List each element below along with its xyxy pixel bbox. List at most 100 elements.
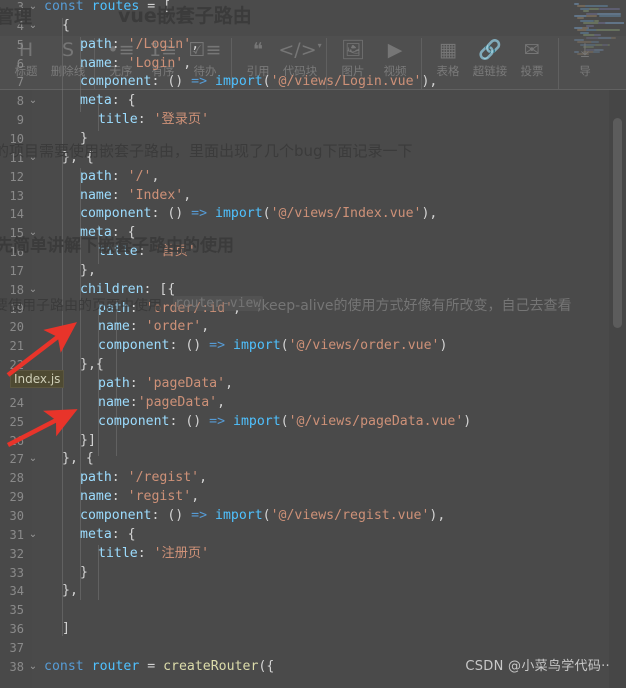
code-token: }, [80,262,96,278]
code-token: : [129,300,146,316]
code-line[interactable]: 9 title: '登录页' [0,111,626,130]
code-token: import [215,74,263,90]
code-token: => [191,74,208,90]
code-line[interactable]: 15 ⌄ meta: { [0,224,626,243]
code-token: = [ [139,0,172,14]
toolbar-button-无序[interactable]: •≡ 无序 [100,38,142,79]
code-line[interactable]: 28 path: '/regist', [0,469,626,488]
minimap-line [594,34,601,37]
toolbar-button-有序[interactable]: 1≡ 有序 [142,38,184,79]
code-line-text: } [80,564,88,583]
code-token: 'Login' [127,55,184,71]
minimap-line [574,51,579,53]
anno-section: 先简单讲解下嵌套子路由的使用 [0,236,234,256]
code-line[interactable]: 6 name: 'Login', [0,55,626,74]
code-line[interactable]: 23path: 'pageData', [0,375,626,394]
vertical-scrollbar[interactable] [613,118,622,328]
code-token: 'Index' [127,187,184,203]
toolbar-button-引用[interactable]: ❝ 引用 [237,38,279,79]
toolbar-button-导[interactable]: ⤓ 导 [564,38,606,79]
minimap-line [586,36,609,39]
toolbar-button-删除线[interactable]: S 删除线 [47,38,89,79]
code-token: : [111,187,128,203]
minimap-line [577,29,599,32]
code-line[interactable]: 5 path: '/Login', [0,36,626,55]
fold-chevron-icon[interactable]: ⌄ [26,224,40,243]
minimap-line [574,3,579,5]
indent-guide [98,94,99,131]
toolbar-button-投票[interactable]: ✉ 投票 [511,38,553,79]
code-line[interactable]: 11 ⌄}, { [0,149,626,168]
code-line[interactable]: 26}] [0,432,626,451]
code-token: component [98,338,170,354]
fold-chevron-icon[interactable]: ⌄ [26,0,40,17]
code-line[interactable]: 36] [0,620,626,639]
minimap-line [583,51,599,53]
code-token: ( [280,338,289,354]
fold-chevron-icon[interactable]: ⌄ [26,149,40,168]
toolbar-button-代码块[interactable]: </> ▾ 代码块 [278,38,321,79]
code-line[interactable]: 16 title: '首页' [0,243,626,262]
code-token: const [44,658,92,674]
code-line[interactable]: 24 name:'pageData', [0,394,626,413]
fold-chevron-icon[interactable]: ⌄ [26,658,40,677]
minimap-line [611,36,616,39]
code-line[interactable]: 32 title: '注册页' [0,545,626,564]
inline-code-chip: router-view [173,296,264,311]
line-number: 31 [9,527,24,542]
code-line[interactable]: 10} [0,130,626,149]
code-line[interactable]: 35 [0,601,626,620]
code-token: , [151,168,160,184]
toolbar-button-视频[interactable]: ▶ 视频 [374,38,416,79]
minimap-line [593,51,600,53]
code-line[interactable]: 33} [0,564,626,583]
code-editor-content[interactable]: 3 ⌄ const routes = [4 ⌄{5 path: '/Login', 6 na… [0,0,626,688]
code-line[interactable]: 29 name: 'regist', [0,488,626,507]
toolbar-button-表格[interactable]: ▦ 表格 [427,38,469,79]
code-line[interactable]: 22},{ [0,356,626,375]
toolbar-button-待办[interactable]: ☑≡ 待办 [184,38,226,79]
code-line[interactable]: 30 component: () => import('@/views/regis… [0,507,626,526]
code-line[interactable]: 27 ⌄}, { [0,450,626,469]
code-line[interactable]: 12 path: '/', [0,168,626,187]
code-line[interactable]: 20 name: 'order', [0,318,626,337]
code-token: '首页' [153,244,196,260]
code-token: : [137,244,154,260]
fold-chevron-icon[interactable]: ⌄ [26,450,40,469]
code-line[interactable]: 19 path: 'order/:id', [0,300,626,319]
code-line[interactable]: 31 ⌄ meta: { [0,526,626,545]
code-line[interactable]: 17}, [0,262,626,281]
fold-chevron-icon[interactable]: ⌄ [26,17,40,36]
code-line[interactable]: 21 component: () => import('@/views/order… [0,337,626,356]
code-token: createRouter [163,658,259,674]
line-number: 37 [9,640,24,655]
fold-chevron-icon[interactable]: ⌄ [26,526,40,545]
code-minimap[interactable] [572,1,624,55]
code-token: : [111,168,128,184]
code-line[interactable]: 3 ⌄ const routes = [ [0,0,626,17]
code-token: : () [151,507,192,523]
line-number: 38 [9,659,24,674]
code-line[interactable]: 34}, [0,582,626,601]
code-line[interactable]: 8 ⌄ meta: { [0,92,626,111]
code-token: '/regist' [127,470,200,486]
toolbar-button-超链接[interactable]: 🔗 超链接 [469,38,511,79]
markdown-toolbar[interactable]: H 标题 S 删除线 •≡ 无序 1≡ 有序 ☑≡ 待办 ❝ 引用 </> ▾ 代码块 🖼 图片 ▶ 视频 ▦ 表格 🔗 超… [0,36,626,90]
code-line[interactable]: 14 component: () => import('@/views/Index… [0,205,626,224]
toolbar-group-0: H 标题 S 删除线 [0,38,95,89]
line-number: 35 [9,603,24,618]
code-token: : [137,112,154,128]
code-line[interactable]: 7 component: () => import('@/views/Login.… [0,73,626,92]
code-line-text: const router = createRouter({ [44,658,274,677]
toolbar-button-标题[interactable]: H 标题 [5,38,47,79]
fold-chevron-icon[interactable]: ⌄ [26,281,40,300]
fold-chevron-icon[interactable]: ⌄ [26,92,40,111]
code-token: 'order/:id' [145,300,233,316]
code-line[interactable]: 25 component: () => import('@/views/pageD… [0,413,626,432]
code-line[interactable]: 13 name: 'Index', [0,187,626,206]
toolbar-button-label: 标题 [14,64,38,78]
code-line[interactable]: 18 ⌄ children: [{ [0,281,626,300]
code-line[interactable]: 4 ⌄ { [0,17,626,36]
toolbar-button-图片[interactable]: 🖼 图片 [332,38,374,79]
line-number: 21 [9,339,24,354]
